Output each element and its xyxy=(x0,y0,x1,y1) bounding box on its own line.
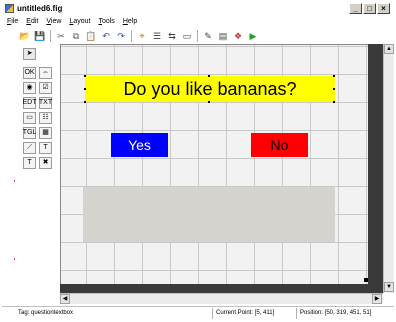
align-icon[interactable]: ⌖ xyxy=(136,30,148,42)
m-file-editor-icon[interactable]: ✎ xyxy=(202,30,214,42)
menu-tools-rest: ools xyxy=(101,18,115,25)
menu-help[interactable]: Help xyxy=(123,18,137,25)
radio-button-tool-icon[interactable]: ◉ xyxy=(23,82,36,94)
status-position: Position: [50, 319, 451, 51] xyxy=(300,310,372,316)
panel-tool-icon[interactable]: T xyxy=(39,142,52,154)
status-divider xyxy=(212,308,213,319)
scroll-down-icon[interactable]: ▼ xyxy=(384,282,394,292)
slider-tool-icon[interactable]: ⇔ xyxy=(39,67,52,79)
toolbar-separator xyxy=(50,30,51,42)
scroll-left-icon[interactable]: ◀ xyxy=(60,294,70,304)
checkbox-tool-icon[interactable]: ☑ xyxy=(39,82,52,94)
question-text-box[interactable]: Do you like bananas? xyxy=(85,76,335,102)
close-button[interactable]: × xyxy=(377,3,390,14)
new-icon[interactable]: 🗋 xyxy=(4,30,16,42)
selection-handle[interactable] xyxy=(84,101,86,103)
menu-tools[interactable]: Tools xyxy=(98,18,114,25)
property-inspector-icon[interactable]: ▤ xyxy=(217,30,229,42)
window-title: untitled6.fig xyxy=(17,4,63,13)
scroll-up-icon[interactable]: ▲ xyxy=(384,44,394,54)
copy-icon[interactable]: ⧉ xyxy=(70,30,82,42)
cut-icon[interactable]: ✂ xyxy=(55,30,67,42)
selection-handle[interactable] xyxy=(84,75,86,77)
popup-menu-tool-icon[interactable]: ▭ xyxy=(23,112,36,124)
axes-tool-icon[interactable]: ⟋ xyxy=(23,142,36,154)
selection-handle[interactable] xyxy=(333,75,335,77)
status-bar: Tag: questiontextbox Current Point: [5, … xyxy=(2,306,394,320)
static-text-tool-icon[interactable]: TXT xyxy=(39,97,52,109)
selection-handle[interactable] xyxy=(208,75,210,77)
yes-button[interactable]: Yes xyxy=(111,133,168,157)
paste-icon[interactable]: 📋 xyxy=(85,30,97,42)
figure-app-icon xyxy=(5,4,14,13)
vertical-scrollbar[interactable]: ▲ ▼ xyxy=(383,44,394,293)
window-controls: _ □ × xyxy=(349,3,390,14)
toolbar-editor-icon[interactable]: ▭ xyxy=(181,30,193,42)
status-divider xyxy=(296,308,297,319)
selection-handle[interactable] xyxy=(208,101,210,103)
listbox-tool-icon[interactable]: ☷ xyxy=(39,112,52,124)
menu-edit[interactable]: Edit xyxy=(26,18,38,25)
component-palette: ➤ OK ⇔ ◉ ☑ EDT TXT ▭ ☷ TGL ▦ ⟋ T T ✖ xyxy=(19,46,57,296)
figure-boundary-right xyxy=(368,44,383,284)
tab-order-icon[interactable]: ⇆ xyxy=(166,30,178,42)
no-button[interactable]: No xyxy=(251,133,308,157)
toolbar-separator xyxy=(197,30,198,42)
menu-view-rest: iew xyxy=(50,18,62,25)
empty-panel[interactable] xyxy=(83,187,335,242)
menu-bar: File Edit View Layout Tools Help xyxy=(2,16,394,27)
status-current-point: Current Point: [5, 411] xyxy=(216,310,275,316)
minimize-button[interactable]: _ xyxy=(349,3,362,14)
toggle-button-tool-icon[interactable]: TGL xyxy=(23,127,36,139)
undo-icon[interactable]: ↶ xyxy=(100,30,112,42)
menu-view[interactable]: View xyxy=(46,18,61,25)
object-browser-icon[interactable]: ❖ xyxy=(232,30,244,42)
menu-layout[interactable]: Layout xyxy=(69,18,90,25)
table-tool-icon[interactable]: ▦ xyxy=(39,127,52,139)
push-button-tool-icon[interactable]: OK xyxy=(23,67,36,79)
red-mark xyxy=(14,180,15,182)
open-icon[interactable]: 📂 xyxy=(19,30,31,42)
select-tool-icon[interactable]: ➤ xyxy=(23,48,36,60)
run-icon[interactable]: ▶ xyxy=(247,30,259,42)
horizontal-scrollbar[interactable]: ◀ ▶ xyxy=(60,293,383,304)
save-icon[interactable]: 💾 xyxy=(34,30,46,42)
button-group-tool-icon[interactable]: T xyxy=(23,157,36,169)
menu-layout-rest: ayout xyxy=(73,18,91,25)
scroll-right-icon[interactable]: ▶ xyxy=(372,294,382,304)
title-bar: untitled6.fig _ □ × xyxy=(2,2,394,15)
selection-handle[interactable] xyxy=(333,88,335,90)
redo-icon[interactable]: ↷ xyxy=(115,30,127,42)
selection-handle[interactable] xyxy=(333,101,335,103)
figure-boundary-bottom xyxy=(60,284,383,293)
selection-handle[interactable] xyxy=(84,88,86,90)
figure-resize-handle[interactable] xyxy=(364,278,368,282)
guide-window: untitled6.fig _ □ × File Edit View Layou… xyxy=(0,0,396,322)
status-tag: Tag: questiontextbox xyxy=(18,310,74,316)
menu-help-rest: elp xyxy=(127,18,138,25)
activex-tool-icon[interactable]: ✖ xyxy=(39,157,52,169)
menu-edit-rest: dit xyxy=(30,18,39,25)
red-mark xyxy=(14,258,15,260)
menu-file[interactable]: File xyxy=(7,18,18,25)
toolbar: 🗋 📂 💾 ✂ ⧉ 📋 ↶ ↷ ⌖ ☰ ⇆ ▭ ✎ ▤ ❖ ▶ xyxy=(2,28,394,44)
menu-file-rest: ile xyxy=(11,18,19,25)
toolbar-separator xyxy=(131,30,132,42)
edit-text-tool-icon[interactable]: EDT xyxy=(23,97,37,109)
menu-editor-icon[interactable]: ☰ xyxy=(151,30,163,42)
maximize-button[interactable]: □ xyxy=(363,3,376,14)
